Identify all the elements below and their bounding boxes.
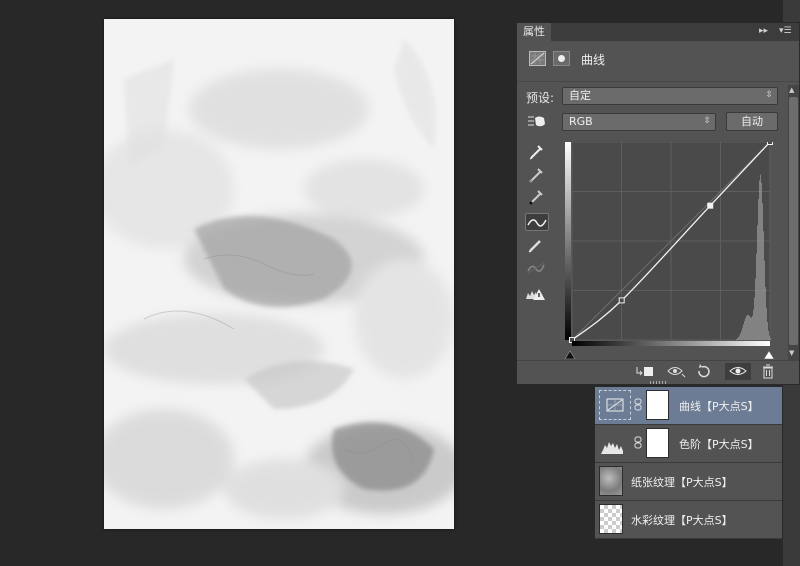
gray-point-eyedropper-icon[interactable] xyxy=(525,166,549,184)
scrollbar-thumb[interactable] xyxy=(789,97,798,345)
preset-label: 预设: xyxy=(526,91,555,105)
layer-mask-thumbnail[interactable] xyxy=(646,390,669,420)
trash-icon[interactable] xyxy=(757,363,779,380)
reset-icon[interactable] xyxy=(693,363,715,380)
texture-thumbnail xyxy=(599,466,623,496)
link-chain-icon[interactable] xyxy=(634,398,642,415)
curves-graph[interactable] xyxy=(565,139,775,347)
layer-mask-thumbnail[interactable] xyxy=(646,428,669,458)
layer-name[interactable]: 水彩纹理【P大点S】 xyxy=(631,512,733,528)
layer-row[interactable]: 纸张纹理【P大点S】 xyxy=(595,463,782,501)
tab-properties[interactable]: 属性 xyxy=(517,23,551,41)
preset-value: 自定 xyxy=(569,89,591,102)
black-point-eyedropper-icon[interactable] xyxy=(525,188,549,206)
panel-resize-grip[interactable] xyxy=(650,381,668,384)
link-chain-icon[interactable] xyxy=(634,436,642,453)
clipping-warning-icon[interactable] xyxy=(525,285,549,303)
panel-menu-icon[interactable]: ▾☰ xyxy=(779,26,792,36)
channel-select[interactable]: RGB ⇳ xyxy=(562,113,716,131)
levels-adjustment-icon xyxy=(599,428,631,458)
auto-button[interactable]: 自动 xyxy=(726,112,778,131)
collapse-panel-icon[interactable]: ▸▸ xyxy=(759,26,768,36)
smooth-curve-icon[interactable] xyxy=(525,259,549,277)
mask-icon[interactable] xyxy=(553,51,570,66)
pencil-draw-icon[interactable] xyxy=(525,236,549,254)
transparent-thumbnail xyxy=(599,504,623,534)
layer-row[interactable]: 曲线【P大点S】 xyxy=(595,387,782,425)
updown-arrows-icon: ⇳ xyxy=(765,90,773,100)
channel-value: RGB xyxy=(569,115,593,128)
scroll-up-icon[interactable]: ▲ xyxy=(789,86,794,94)
clip-to-layer-icon[interactable] xyxy=(634,363,656,380)
curve-control-point[interactable] xyxy=(767,139,773,145)
preset-select[interactable]: 自定 ⇳ xyxy=(562,87,778,105)
white-point-eyedropper-icon[interactable] xyxy=(525,143,549,161)
visibility-eye-icon[interactable] xyxy=(725,363,751,380)
curve-control-point[interactable] xyxy=(618,297,625,304)
horizontal-gradient-bar xyxy=(572,341,770,346)
curve-point-tool-icon[interactable] xyxy=(525,213,549,231)
watercolor-texture-image xyxy=(104,19,454,529)
document-canvas[interactable] xyxy=(104,19,454,529)
layer-row[interactable]: 水彩纹理【P大点S】 xyxy=(595,501,782,539)
layers-list: 曲线【P大点S】 色阶【P大点S】 纸张纹理【P大点S】 水彩纹理【P大点S】 xyxy=(595,387,782,539)
scroll-down-icon[interactable]: ▼ xyxy=(789,349,794,357)
view-previous-state-icon[interactable] xyxy=(666,363,688,380)
panel-tab-bar: 属性 ▸▸ ▾☰ xyxy=(517,23,799,41)
adjustment-title: 曲线 xyxy=(581,53,606,67)
properties-panel: 属性 ▸▸ ▾☰ 曲线 预设: 自定 ⇳ RGB ⇳ 自动 ▲ ▼ xyxy=(516,22,800,385)
curves-adjustment-icon xyxy=(599,390,631,420)
vertical-gradient-bar xyxy=(565,142,571,340)
layer-name[interactable]: 纸张纹理【P大点S】 xyxy=(631,474,733,490)
curves-adjustment-icon[interactable] xyxy=(529,51,546,66)
updown-arrows-icon: ⇳ xyxy=(703,116,711,126)
layer-name[interactable]: 色阶【P大点S】 xyxy=(679,436,759,452)
panel-footer xyxy=(517,360,799,383)
target-adjustment-hand-icon[interactable] xyxy=(526,113,550,131)
curve-control-point[interactable] xyxy=(707,202,714,209)
layer-row[interactable]: 色阶【P大点S】 xyxy=(595,425,782,463)
layer-name[interactable]: 曲线【P大点S】 xyxy=(679,398,759,414)
panel-scrollbar[interactable]: ▲ ▼ xyxy=(788,85,799,361)
